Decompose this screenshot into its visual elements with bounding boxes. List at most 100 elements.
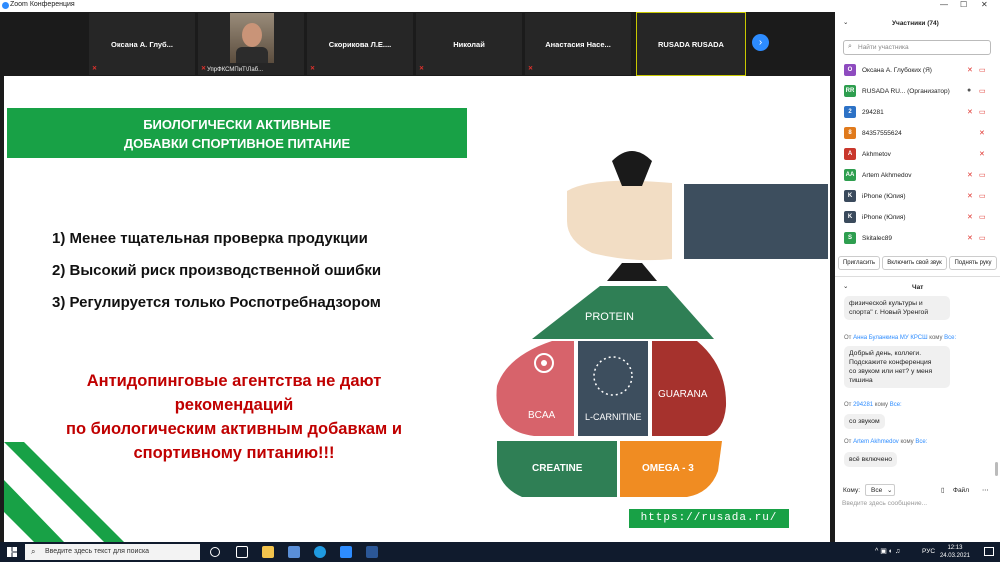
next-page-button[interactable]: › [752,34,769,51]
muted-mic-icon: ✕ [967,172,973,179]
maximize-icon[interactable]: ☐ [960,0,967,9]
from-word: От [844,439,852,445]
recipient-value: Все [871,487,883,494]
file-explorer-icon[interactable] [262,546,274,558]
muted-mic-icon: ✕ [979,151,985,158]
chevron-down-icon: ⌄ [887,487,893,494]
mic-icon: ● [967,87,972,94]
chat-input[interactable]: Введите здесь сообщение... [840,498,995,538]
participant-name: Skitalec89 [862,235,892,242]
close-icon[interactable]: ✕ [981,0,988,9]
participant-row[interactable]: 8 84357555624 ✕ [835,125,995,143]
chat-meta: От 294281 кому Все: [844,402,902,408]
avatar: S [844,232,856,244]
recipient-select[interactable]: Все ⌄ [865,484,895,496]
minimize-icon[interactable]: — [940,0,948,9]
chat-text-line: Добрый день, коллеги. [849,350,922,357]
chat-meta: От Анна Буланкина МУ КРСШ кому Все: [844,335,956,341]
video-off-icon: ▭ [979,235,986,242]
chat-input-placeholder: Введите здесь сообщение... [842,500,928,507]
muted-mic-icon: ✕ [92,66,98,72]
chat-scrollbar[interactable] [995,462,998,476]
slide: БИОЛОГИЧЕСКИ АКТИВНЫЕ ДОБАВКИ СПОРТИВНОЕ… [4,76,830,542]
chat-sender: 294281 [853,402,874,408]
invite-button[interactable]: Пригласить [838,256,880,270]
video-tile[interactable]: Николай ✕ [415,12,523,76]
video-tile[interactable]: ✕ УпрФКСМПиТ\Лаб... [197,12,305,76]
participant-name: 84357555624 [862,130,902,137]
to-word: кому [929,335,943,341]
participant-name: 294281 [862,109,884,116]
tile-name: Анастасия Насе... [545,39,611,49]
participant-name: iPhone (Юлия) [862,214,906,221]
chat-sender: Artem Akhmedov [853,439,899,445]
task-view-icon[interactable] [236,546,248,558]
participant-name: iPhone (Юлия) [862,193,906,200]
notifications-icon[interactable] [984,547,994,556]
video-tile[interactable]: Оксана А. Глуб... ✕ [88,12,196,76]
chat-recipient: Все: [889,402,902,408]
bag-neck-shape [607,263,657,281]
participant-row[interactable]: A Akhmetov ✕ [835,146,995,164]
muted-mic-icon: ✕ [967,193,973,200]
video-tile[interactable]: Скорикова Л.Е.... ✕ [306,12,414,76]
to-word: кому [900,439,914,445]
warning-text: Антидопинговые агентства не дают [86,372,382,390]
collapse-chevron-icon[interactable]: ⌄ [843,282,848,290]
window-titlebar: Zoom Конференция [0,0,835,12]
participant-name: Artem Akhmedov [862,172,912,179]
language-indicator[interactable]: РУС [922,548,935,555]
avatar: K [844,211,856,223]
participant-row[interactable]: AA Artem Akhmedov ✕ ▭ [835,167,995,185]
collapse-chevron-icon[interactable]: ⌄ [843,18,848,26]
system-clock[interactable]: 12:13 24.03.2021 [940,544,970,560]
chat-recipient: Все: [944,335,957,341]
search-icon: ⌕ [31,547,36,556]
hand-shape [567,180,672,261]
video-off-icon: ▭ [979,67,986,74]
warning-text: рекомендаций [174,396,294,414]
video-off-icon: ▭ [979,88,986,95]
taskbar: ⌕ Введите здесь текст для поиска ^ ▣ ◐ ♫… [0,542,1000,562]
muted-mic-icon: ✕ [967,67,973,74]
chat-message: Добрый день, коллеги. Подскажите конфере… [844,346,950,388]
video-tile[interactable]: Анастасия Насе... ✕ [524,12,632,76]
tray-icons[interactable]: ^ ▣ ◐ ♫ [875,547,900,555]
participant-row[interactable]: 2 294281 ✕ ▭ [835,104,995,122]
avatar: RR [844,85,856,97]
participant-name: RUSADA RU... (Организатор) [862,88,950,95]
zoom-app-icon[interactable] [340,546,352,558]
word-icon[interactable] [366,546,378,558]
file-button[interactable]: Файл [953,487,969,494]
avatar: О [844,64,856,76]
video-tile-active-speaker[interactable]: RUSADA RUSADA [636,12,746,76]
participant-search-input[interactable]: ⌕ Найти участника [843,40,991,55]
panel-titlebar: — ☐ ✕ [835,0,1000,12]
participant-row[interactable]: K iPhone (Юлия) ✕ ▭ [835,188,995,206]
participant-video [230,13,274,63]
unmute-button[interactable]: Включить свой звук [882,256,947,270]
participant-row[interactable]: K iPhone (Юлия) ✕ ▭ [835,209,995,227]
avatar: K [844,190,856,202]
store-icon[interactable] [288,546,300,558]
file-icon[interactable]: ▯ [941,486,945,494]
tile-sub-name: УпрФКСМПиТ\Лаб... [207,67,264,73]
muted-mic-icon: ✕ [310,66,316,72]
more-icon[interactable]: ⋯ [982,486,989,494]
taskbar-search[interactable]: ⌕ Введите здесь текст для поиска [25,544,200,560]
tile-name: RUSADA RUSADA [658,39,724,49]
participant-row[interactable]: RR RUSADA RU... (Организатор) ● ▭ [835,83,995,101]
banner-line: БИОЛОГИЧЕСКИ АКТИВНЫЕ [143,117,331,132]
cortana-icon[interactable] [210,547,220,557]
bag-label-bcaa: BCAA [528,410,556,421]
muted-mic-icon: ✕ [967,235,973,242]
video-strip: Оксана А. Глуб... ✕ ✕ УпрФКСМПиТ\Лаб... Ск… [0,12,835,76]
divider [835,276,1000,277]
windows-start-icon[interactable] [7,547,17,557]
participant-row[interactable]: О Оксана А. Глубоких (Я) ✕ ▭ [835,62,995,80]
bag-top-shape [612,151,652,186]
muted-mic-icon: ✕ [967,214,973,221]
raise-hand-button[interactable]: Поднять руку [949,256,997,270]
participant-row[interactable]: S Skitalec89 ✕ ▭ [835,230,995,248]
edge-icon[interactable] [314,546,326,558]
